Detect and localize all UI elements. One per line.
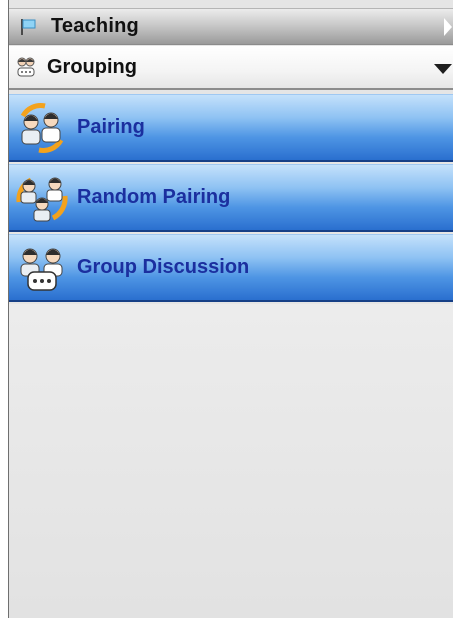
flag-icon xyxy=(17,16,39,38)
list-item-group-discussion[interactable]: Group Discussion xyxy=(9,234,453,302)
pairing-label: Pairing xyxy=(77,116,145,138)
list-item-pairing[interactable]: Pairing xyxy=(9,94,453,162)
group-discussion-label: Group Discussion xyxy=(77,256,250,278)
list-item-random-pairing[interactable]: Random Pairing xyxy=(9,164,453,232)
grouping-subheader[interactable]: Grouping xyxy=(9,46,453,90)
empty-list-area xyxy=(9,304,453,618)
grouping-items-list: Pairing Random Pairing Group Discussion xyxy=(9,94,453,304)
random-pairing-icon xyxy=(13,171,71,225)
chevron-down-icon[interactable] xyxy=(434,64,452,74)
grouping-title: Grouping xyxy=(47,55,137,78)
students-icon xyxy=(15,56,37,78)
group-discussion-icon xyxy=(13,241,71,295)
teaching-section-header[interactable]: Teaching xyxy=(9,8,453,45)
grouping-panel: Teaching Grouping Pairing Random Pairing… xyxy=(8,0,453,618)
teaching-title: Teaching xyxy=(51,15,139,37)
random-pairing-label: Random Pairing xyxy=(77,186,231,208)
pairing-icon xyxy=(13,101,71,155)
arrow-right-icon[interactable] xyxy=(444,18,452,36)
